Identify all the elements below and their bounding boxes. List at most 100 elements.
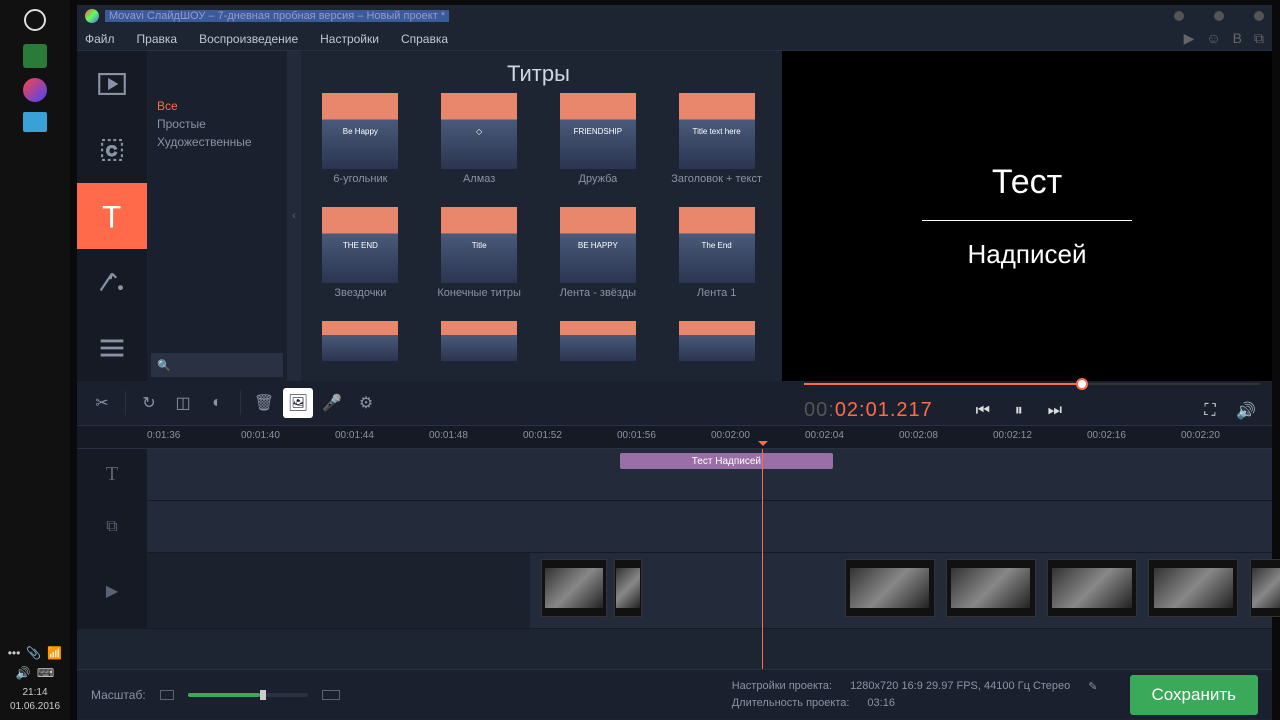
odnoklassniki-icon[interactable]: ☺ <box>1206 30 1220 47</box>
title-preset[interactable]: The EndЛента 1 <box>667 207 766 313</box>
menu-playback[interactable]: Воспроизведение <box>199 32 298 46</box>
project-settings-value: 1280x720 16:9 29.97 FPS, 44100 Гц Стерео <box>850 680 1070 693</box>
menu-edit[interactable]: Правка <box>137 32 178 46</box>
title-preset[interactable] <box>667 321 766 361</box>
tab-filters[interactable]: C <box>77 117 147 183</box>
settings-button[interactable]: ⚙ <box>351 388 381 418</box>
title-preset[interactable]: TitleКонечные титры <box>430 207 529 313</box>
title-preset[interactable]: FRIENDSHIPДружба <box>549 93 648 199</box>
color-button[interactable]: ◐ <box>202 388 232 418</box>
gallery-title: Титры <box>301 51 776 93</box>
title-preset[interactable]: THE ENDЗвездочки <box>311 207 410 313</box>
tray-wifi-icon[interactable]: 📶 <box>47 646 62 660</box>
collapse-panel-button[interactable]: ‹ <box>287 51 301 381</box>
tab-more[interactable] <box>77 315 147 381</box>
ruler-tick: 00:02:12 <box>993 430 1032 441</box>
category-all[interactable]: Все <box>147 97 287 115</box>
tab-media[interactable] <box>77 51 147 117</box>
title-preset[interactable]: ◇Алмаз <box>430 93 529 199</box>
image-button[interactable]: 🖼 <box>283 388 313 418</box>
os-app-icon-2[interactable] <box>23 78 47 102</box>
ruler-tick: 00:01:44 <box>335 430 374 441</box>
tray-attach-icon[interactable]: 📎 <box>26 646 41 660</box>
ruler-tick: 00:02:00 <box>711 430 750 441</box>
next-button[interactable]: ⏭ <box>1041 397 1069 425</box>
titlebar: Movavi СлайдШОУ – 7-дневная пробная верс… <box>77 5 1272 27</box>
menu-help[interactable]: Справка <box>401 32 448 46</box>
vk-icon[interactable]: B <box>1233 30 1242 47</box>
toolbar: ✂ ↻ ◫ ◐ 🗑 🖼 🎤 ⚙ <box>77 381 1272 425</box>
category-artistic[interactable]: Художественные <box>147 133 287 151</box>
timeline-ruler[interactable]: 0:01:3600:01:4000:01:4400:01:4800:01:520… <box>77 425 1272 449</box>
os-app-icon-1[interactable] <box>23 44 47 68</box>
youtube-icon[interactable]: ▶ <box>1184 30 1195 47</box>
title-preset[interactable]: Be Happy6-угольник <box>311 93 410 199</box>
delete-button[interactable]: 🗑 <box>249 388 279 418</box>
app-icon <box>85 9 99 23</box>
prev-button[interactable]: ⏮ <box>969 397 997 425</box>
window-maximize-icon[interactable] <box>1214 11 1224 21</box>
menu-file[interactable]: Файл <box>85 32 115 46</box>
video-clip[interactable] <box>541 559 607 617</box>
ruler-tick: 00:01:40 <box>241 430 280 441</box>
tray-keyboard-icon[interactable]: ⌨ <box>37 666 54 680</box>
os-app-icon-3[interactable] <box>23 112 47 132</box>
title-preset[interactable] <box>430 321 529 361</box>
mic-button[interactable]: 🎤 <box>317 388 347 418</box>
preview-screen: Тест Надписей <box>782 51 1272 381</box>
share-icon[interactable]: ⧉ <box>1254 30 1264 47</box>
zoom-out-icon[interactable] <box>160 690 174 700</box>
svg-text:C: C <box>106 144 116 160</box>
tray-more-icon[interactable]: ••• <box>8 646 21 660</box>
title-preset[interactable] <box>311 321 410 361</box>
volume-button[interactable]: 🔊 <box>1232 397 1260 425</box>
zoom-slider[interactable] <box>188 693 308 697</box>
zoom-fit-icon[interactable] <box>322 690 340 700</box>
video-clip[interactable] <box>1250 559 1280 617</box>
window-minimize-icon[interactable] <box>1174 11 1184 21</box>
ruler-tick: 00:02:04 <box>805 430 844 441</box>
project-duration-label: Длительность проекта: <box>732 697 850 709</box>
cut-button[interactable]: ✂ <box>87 388 117 418</box>
ruler-tick: 00:02:16 <box>1087 430 1126 441</box>
svg-text:T: T <box>102 199 121 233</box>
video-clip[interactable] <box>845 559 935 617</box>
timeline-tracks: T Тест Надписей ⧉ ▶ <box>77 449 1272 669</box>
track-titles[interactable]: T Тест Надписей <box>77 449 1272 501</box>
tab-titles[interactable]: T <box>77 183 147 249</box>
dimmed-region <box>147 553 530 628</box>
seek-bar[interactable] <box>804 376 1260 392</box>
rotate-button[interactable]: ↻ <box>134 388 164 418</box>
title-preset[interactable]: Title text hereЗаголовок + текст <box>667 93 766 199</box>
os-taskbar: ••• 📎 📶 🔊 ⌨ 21:14 01.06.2016 <box>0 0 70 720</box>
os-clock-date: 01.06.2016 <box>0 700 70 714</box>
edit-settings-icon[interactable]: ✎ <box>1088 680 1097 693</box>
ruler-tick: 00:02:08 <box>899 430 938 441</box>
video-clip[interactable] <box>1047 559 1137 617</box>
pause-button[interactable]: ⏸ <box>1005 397 1033 425</box>
zoom-label: Масштаб: <box>91 688 146 702</box>
os-start-icon[interactable] <box>21 6 49 34</box>
fullscreen-button[interactable]: ⛶ <box>1196 397 1224 425</box>
save-button[interactable]: Сохранить <box>1130 675 1258 715</box>
window-close-icon[interactable] <box>1254 11 1264 21</box>
track-overlay[interactable]: ⧉ <box>77 501 1272 553</box>
track-video[interactable]: ▶ <box>77 553 1272 629</box>
ruler-tick: 0:01:36 <box>147 430 180 441</box>
title-preset[interactable]: BE HAPPYЛента - звёзды <box>549 207 648 313</box>
menu-settings[interactable]: Настройки <box>320 32 379 46</box>
os-tray: ••• 📎 📶 🔊 ⌨ <box>0 646 70 680</box>
preview-panel: Тест Надписей <box>782 51 1272 381</box>
search-icon: 🔍 <box>157 359 171 372</box>
title-clip[interactable]: Тест Надписей <box>620 453 834 469</box>
tray-volume-icon[interactable]: 🔊 <box>16 666 31 680</box>
category-simple[interactable]: Простые <box>147 115 287 133</box>
video-clip[interactable] <box>614 559 642 617</box>
playhead[interactable] <box>762 449 763 669</box>
title-preset[interactable] <box>549 321 648 361</box>
tab-transitions[interactable] <box>77 249 147 315</box>
video-clip[interactable] <box>1148 559 1238 617</box>
video-clip[interactable] <box>946 559 1036 617</box>
crop-button[interactable]: ◫ <box>168 388 198 418</box>
category-search[interactable]: 🔍 × <box>151 353 283 377</box>
